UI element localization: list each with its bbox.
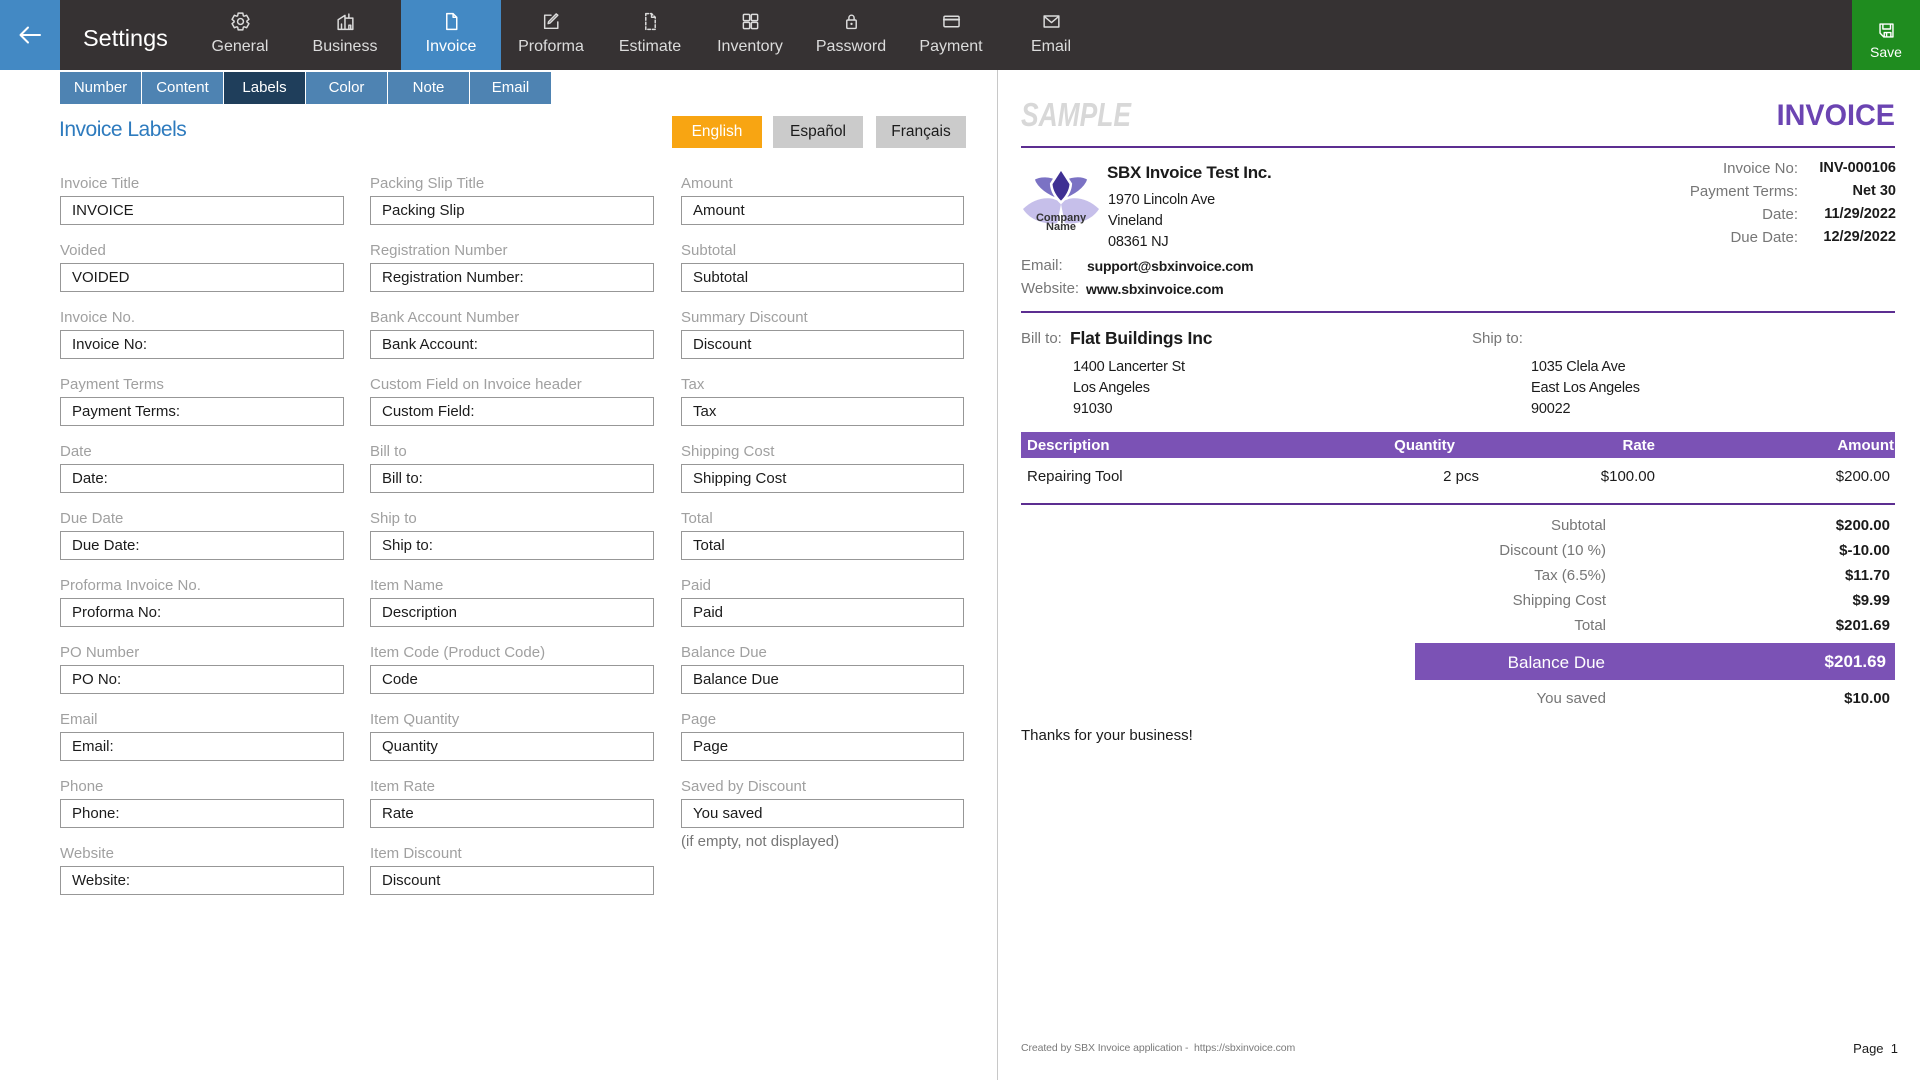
- svg-text:Name: Name: [1046, 221, 1076, 233]
